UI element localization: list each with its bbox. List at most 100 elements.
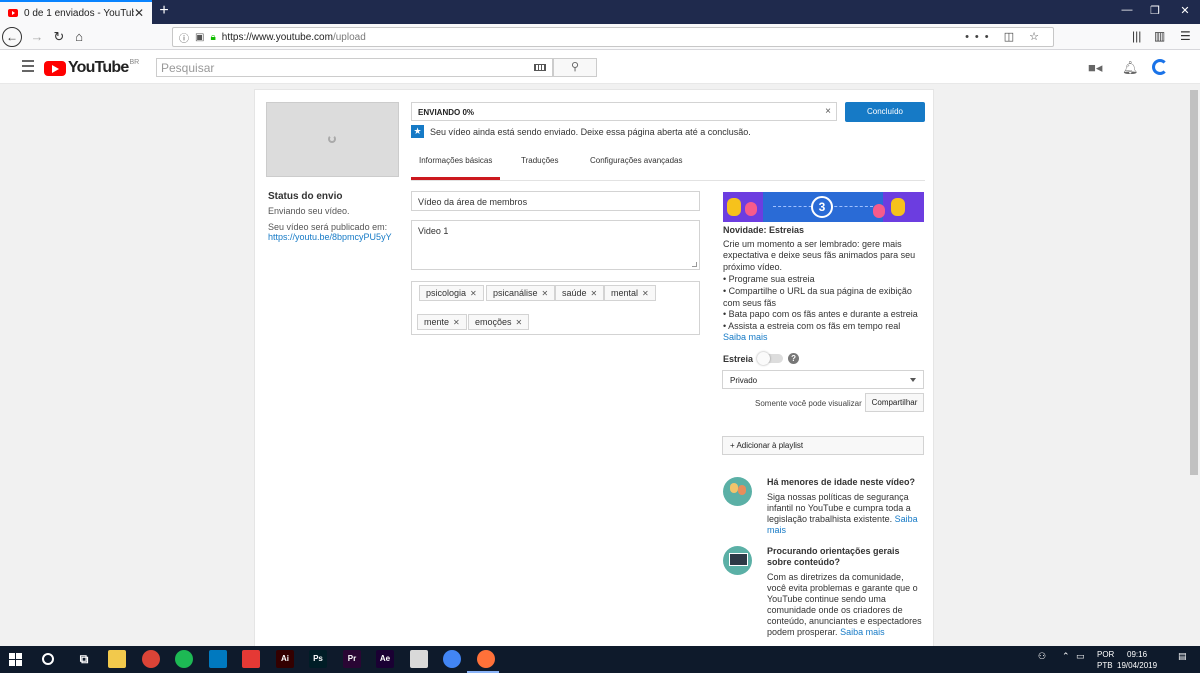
notifications-bell-icon[interactable]: 🔔︎ bbox=[1122, 60, 1139, 76]
help-icon[interactable]: ? bbox=[788, 353, 800, 364]
upload-card: Status do envio Enviando seu vídeo. Seu … bbox=[254, 89, 934, 649]
minimize-icon[interactable]: — bbox=[1112, 4, 1142, 16]
library-icon[interactable]: ||| bbox=[1132, 29, 1141, 43]
language-indicator[interactable]: POR PTB bbox=[1097, 649, 1114, 671]
language-top: POR bbox=[1097, 650, 1115, 659]
minors-text: Há menores de idade neste vídeo? Siga no… bbox=[767, 477, 925, 536]
tab-advanced-settings[interactable]: Configurações avançadas bbox=[590, 156, 683, 177]
people-icon[interactable]: ⚇ bbox=[1038, 651, 1046, 662]
back-icon[interactable]: ← bbox=[2, 27, 22, 47]
lock-icon: 🔒︎ bbox=[210, 31, 216, 43]
video-link[interactable]: https://youtu.be/8bpmcyPU5yY bbox=[268, 232, 392, 242]
remove-tag-icon[interactable]: ✕ bbox=[453, 318, 460, 327]
firefox-icon[interactable] bbox=[477, 650, 495, 668]
show-hidden-icons[interactable]: ⌃ bbox=[1062, 651, 1070, 662]
cancel-upload-icon[interactable]: × bbox=[825, 106, 831, 117]
learn-more-link[interactable]: Saiba mais bbox=[723, 332, 768, 342]
after-effects-icon[interactable]: Ae bbox=[376, 650, 394, 668]
page-scrollbar[interactable] bbox=[1188, 84, 1200, 646]
youtube-logo[interactable]: YouTube BR bbox=[44, 59, 139, 77]
promo-intro: Crie um momento a ser lembrado: gere mai… bbox=[723, 238, 916, 272]
premiere-toggle[interactable] bbox=[757, 352, 784, 365]
account-avatar[interactable] bbox=[1152, 59, 1168, 75]
sidebar-icon[interactable]: ▥ bbox=[1154, 29, 1165, 43]
task-view-icon[interactable]: ⧉ bbox=[75, 650, 93, 668]
minors-heading: Há menores de idade neste vídeo? bbox=[767, 477, 916, 487]
publish-note: Seu vídeo será publicado em: https://yout… bbox=[268, 222, 403, 242]
remove-tag-icon[interactable]: ✕ bbox=[470, 289, 477, 298]
windows-start-icon[interactable] bbox=[9, 653, 22, 666]
video-description-input[interactable]: Video 1 bbox=[411, 220, 700, 270]
add-to-playlist-button[interactable]: + Adicionar à playlist bbox=[722, 436, 924, 455]
maximize-icon[interactable]: ❐ bbox=[1140, 4, 1170, 17]
visibility-select[interactable]: Privado bbox=[722, 370, 924, 389]
language-bottom: PTB bbox=[1097, 661, 1113, 670]
search-input[interactable]: Pesquisar bbox=[156, 58, 553, 77]
keyboard-icon[interactable] bbox=[534, 64, 546, 71]
reload-icon[interactable]: ↻ bbox=[50, 28, 68, 46]
cortana-icon[interactable] bbox=[42, 653, 54, 665]
character-icon bbox=[891, 198, 905, 216]
illustrator-icon[interactable]: Ai bbox=[276, 650, 294, 668]
trello-icon[interactable] bbox=[209, 650, 227, 668]
new-tab-icon[interactable]: + bbox=[156, 2, 172, 20]
character-icon bbox=[873, 204, 885, 218]
chrome-alt-icon[interactable] bbox=[443, 650, 461, 668]
remove-tag-icon[interactable]: ✕ bbox=[516, 318, 523, 327]
tag-label: mente bbox=[424, 317, 450, 327]
tag-chip: psicologia ✕ bbox=[419, 285, 484, 301]
tab-translations[interactable]: Traduções bbox=[521, 156, 559, 177]
search-button[interactable]: ⚲ bbox=[553, 58, 597, 77]
action-center-icon[interactable]: ▤ bbox=[1178, 651, 1187, 662]
windows-taskbar: ⧉ ⚇ ⌃ ▭ POR PTB 09:16 19/04/2019 ▤ Ai Ps P… bbox=[0, 646, 1200, 673]
remove-tag-icon[interactable]: ✕ bbox=[542, 289, 549, 298]
remove-tag-icon[interactable]: ✕ bbox=[642, 289, 649, 298]
create-video-icon[interactable]: ■◂ bbox=[1088, 60, 1102, 76]
browser-tab[interactable]: 0 de 1 enviados - YouTube ✕ bbox=[0, 0, 152, 24]
scrollbar-thumb[interactable] bbox=[1190, 90, 1198, 475]
guidelines-learn-more-link[interactable]: Saiba mais bbox=[840, 627, 885, 637]
promo-bullet: • Compartilhe o URL da sua página de exi… bbox=[723, 285, 912, 308]
guide-menu-icon[interactable] bbox=[22, 60, 34, 75]
remove-tag-icon[interactable]: ✕ bbox=[591, 289, 598, 298]
app-paint-icon[interactable] bbox=[410, 650, 428, 668]
tag-label: emoções bbox=[475, 317, 512, 327]
done-button[interactable]: Concluído bbox=[845, 102, 925, 122]
browser-nav-bar: ← → ↻ ⌂ ⓘ ▣ 🔒︎ https://www.youtube.com/u… bbox=[0, 24, 1200, 50]
tag-chip: psicanálise ✕ bbox=[486, 285, 556, 301]
close-tab-icon[interactable]: ✕ bbox=[134, 6, 144, 20]
page-actions-icons[interactable]: ••• ◫ ☆ bbox=[965, 30, 1045, 43]
resize-handle-icon[interactable] bbox=[692, 262, 697, 267]
menu-icon[interactable]: ☰ bbox=[1180, 29, 1191, 43]
system-clock[interactable]: 09:16 19/04/2019 bbox=[1117, 649, 1157, 671]
minors-body: Siga nossas políticas de segurança infan… bbox=[767, 492, 911, 524]
file-explorer-icon[interactable] bbox=[108, 650, 126, 668]
address-bar[interactable]: ⓘ ▣ 🔒︎ https://www.youtube.com/upload ••… bbox=[172, 27, 1054, 47]
video-title-input[interactable]: Vídeo da área de membros bbox=[411, 191, 700, 211]
share-button[interactable]: Compartilhar bbox=[865, 393, 924, 412]
premiere-icon[interactable]: Pr bbox=[343, 650, 361, 668]
premieres-banner-image: 3 bbox=[723, 192, 924, 222]
tag-chip: mente ✕ bbox=[417, 314, 467, 330]
tags-input[interactable]: psicologia ✕ psicanálise ✕ saúde ✕ mental ✕ … bbox=[411, 281, 700, 335]
clock-date: 19/04/2019 bbox=[1117, 661, 1158, 670]
permissions-icon[interactable]: ▣ bbox=[195, 32, 204, 43]
close-window-icon[interactable]: ✕ bbox=[1170, 4, 1200, 17]
home-icon[interactable]: ⌂ bbox=[70, 28, 88, 46]
tag-chip: saúde ✕ bbox=[555, 285, 605, 301]
network-icon[interactable]: ▭ bbox=[1076, 651, 1085, 662]
progress-label: ENVIANDO 0% bbox=[418, 108, 475, 117]
forward-icon[interactable]: → bbox=[28, 28, 46, 46]
spotify-icon[interactable] bbox=[175, 650, 193, 668]
app-red-icon[interactable] bbox=[242, 650, 260, 668]
photoshop-icon[interactable]: Ps bbox=[309, 650, 327, 668]
chrome-icon[interactable] bbox=[142, 650, 160, 668]
promo-bullet: • Programe sua estreia bbox=[723, 274, 815, 285]
upload-status: Status do envio Enviando seu vídeo. Seu … bbox=[268, 191, 403, 248]
tag-label: psicanálise bbox=[493, 288, 538, 298]
guidelines-text: Procurando orientações gerais sobre cont… bbox=[767, 546, 925, 638]
premieres-promo: Novidade: Estreias Crie um momento a ser… bbox=[723, 225, 926, 344]
notice-text: Seu vídeo ainda está sendo enviado. Deix… bbox=[430, 126, 751, 137]
info-icon[interactable]: ⓘ bbox=[179, 30, 189, 45]
tab-basic-info[interactable]: Informações básicas bbox=[411, 156, 501, 180]
